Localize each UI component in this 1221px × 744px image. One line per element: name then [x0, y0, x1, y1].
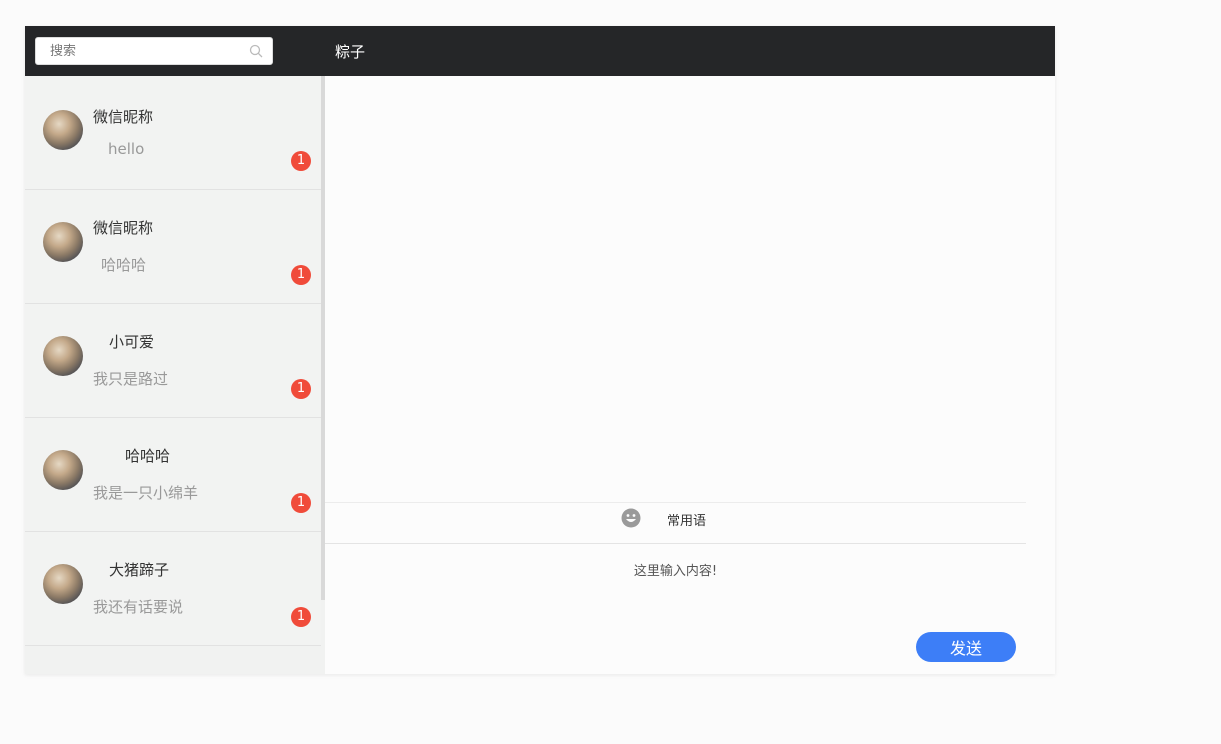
contact-item[interactable]: 小可爱 我只是路过 1 — [25, 304, 321, 418]
contact-name: 微信昵称 — [93, 219, 154, 237]
common-phrases-button[interactable]: 常用语 — [667, 510, 706, 529]
chat-app-window: 粽子 微信昵称 hello 1 微信昵称 哈哈哈 1 小可爱 我只是路过 1 哈… — [25, 26, 1055, 674]
contact-item[interactable]: 哈哈哈 我是一只小绵羊 1 — [25, 418, 321, 532]
unread-badge: 1 — [291, 151, 311, 171]
avatar — [43, 450, 83, 490]
contact-last-message: hello — [108, 140, 145, 158]
search-icon[interactable] — [249, 44, 263, 58]
divider — [325, 543, 1026, 544]
contact-last-message: 我是一只小绵羊 — [93, 484, 199, 502]
search-input[interactable] — [50, 38, 240, 64]
unread-badge: 1 — [291, 379, 311, 399]
message-input[interactable] — [325, 546, 1026, 626]
contact-item[interactable]: 微信昵称 哈哈哈 1 — [25, 190, 321, 304]
avatar — [43, 110, 83, 150]
chat-panel: 常用语 发送 — [325, 76, 1055, 674]
top-bar: 粽子 — [25, 26, 1055, 76]
contact-list: 微信昵称 hello 1 微信昵称 哈哈哈 1 小可爱 我只是路过 1 哈哈哈 … — [25, 76, 325, 674]
contact-item[interactable]: 大猪蹄子 我还有话要说 1 — [25, 532, 321, 646]
contact-name: 微信昵称 — [93, 108, 154, 126]
search-box[interactable] — [35, 37, 273, 65]
contact-last-message: 哈哈哈 — [101, 256, 147, 274]
avatar — [43, 336, 83, 376]
contact-item[interactable]: 微信昵称 hello 1 — [25, 76, 321, 190]
contact-name: 小可爱 — [109, 333, 155, 351]
smiley-icon[interactable] — [621, 508, 641, 528]
contact-name: 哈哈哈 — [125, 447, 171, 465]
contact-name: 大猪蹄子 — [109, 561, 170, 579]
avatar — [43, 222, 83, 262]
send-button[interactable]: 发送 — [916, 632, 1016, 662]
contact-last-message: 我还有话要说 — [93, 598, 184, 616]
avatar — [43, 564, 83, 604]
chat-title: 粽子 — [335, 43, 366, 61]
unread-badge: 1 — [291, 493, 311, 513]
divider — [325, 502, 1026, 503]
unread-badge: 1 — [291, 607, 311, 627]
unread-badge: 1 — [291, 265, 311, 285]
contact-last-message: 我只是路过 — [93, 370, 169, 388]
